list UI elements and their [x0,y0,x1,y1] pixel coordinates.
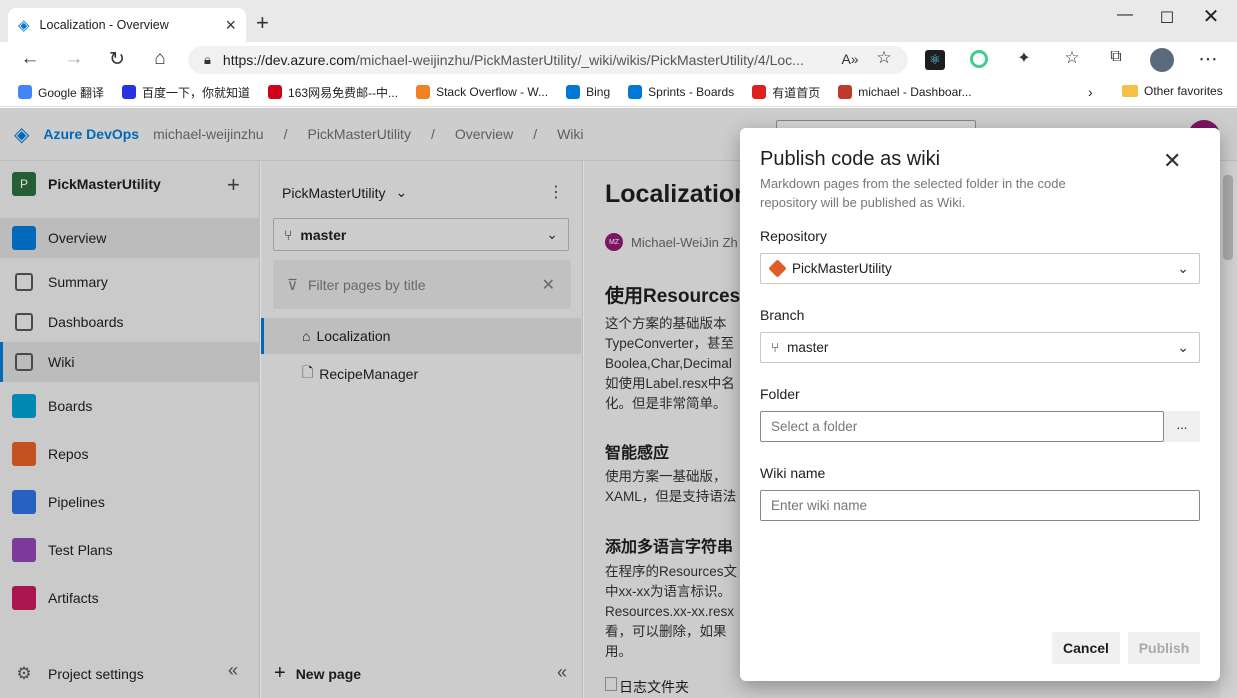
more-menu-icon[interactable]: ⋯ [1194,48,1222,71]
branch-label: Branch [760,307,805,323]
browse-folder-button[interactable]: ... [1164,411,1200,442]
favorite-link[interactable]: 163网易免费邮--中... [268,84,398,101]
profile-avatar[interactable] [1150,48,1174,72]
favorites-bar: Google 翻译 百度一下，你就知道 163网易免费邮--中... Stack Ov… [0,78,1237,107]
address-bar[interactable]: 🔒︎ https://dev.azure.com/michael-weijinz… [188,46,908,74]
other-favorites-label: Other favorites [1144,84,1223,98]
chevron-down-icon: ⌄ [1177,260,1189,276]
favorite-link[interactable]: Stack Overflow - W... [416,85,548,99]
favorite-label: 163网易免费邮--中... [288,85,399,100]
publish-dialog: Publish code as wiki ✕ Markdown pages fr… [740,128,1220,681]
extension-react-icon[interactable]: ⚛ [925,50,945,70]
wikiname-input[interactable]: Enter wiki name [760,490,1200,521]
wikiname-placeholder: Enter wiki name [771,498,868,513]
publish-button[interactable]: Publish [1128,632,1200,664]
chevron-down-icon: ⌄ [1177,339,1189,355]
branch-icon: ⑂ [771,340,780,355]
favorite-label: 有道首页 [772,85,821,100]
add-favorite-icon[interactable]: ☆ [870,48,898,68]
repository-dropdown[interactable]: PickMasterUtility ⌄ [760,253,1200,284]
dialog-title: Publish code as wiki [760,148,941,170]
favorite-label: Bing [586,85,611,99]
dialog-close-icon[interactable]: ✕ [1163,148,1181,174]
branch-value: master [787,340,829,355]
favorite-site-icon [838,85,853,99]
favorite-site-icon [122,85,137,99]
back-button[interactable]: ← [16,48,44,70]
branch-dropdown[interactable]: ⑂ master ⌄ [760,332,1200,363]
refresh-button[interactable]: ↻ [103,48,131,71]
favorite-site-icon [18,85,32,99]
favorite-site-icon [416,85,431,99]
favorite-label: michael - Dashboar... [858,85,972,99]
wikiname-label: Wiki name [760,465,826,481]
favorite-link[interactable]: Bing [566,85,610,99]
browser-tab[interactable]: ◈ Localization - Overview × [8,8,246,42]
git-repo-icon [768,259,787,278]
maximize-button[interactable]: ☐ [1152,8,1182,28]
home-button[interactable]: ⌂ [146,48,174,70]
cancel-button[interactable]: Cancel [1052,632,1120,664]
url-host: https://dev.azure.com [222,52,356,68]
new-tab-button[interactable]: + [256,10,269,36]
favorite-link[interactable]: 有道首页 [752,84,820,101]
tab-title: Localization - Overview [39,18,169,32]
favorite-link[interactable]: Sprints - Boards [628,85,734,99]
favorite-site-icon [628,85,643,99]
close-window-button[interactable]: ✕ [1196,4,1226,29]
favorites-icon[interactable]: ☆ [1058,48,1086,68]
favorite-label: Stack Overflow - W... [436,85,549,99]
other-favorites[interactable]: Other favorites [1122,84,1223,98]
favorite-label: Google 翻译 [38,85,105,100]
favorite-label: 百度一下，你就知道 [142,85,251,100]
collections-icon[interactable]: ⧉ [1102,48,1130,66]
favorites-chevron-icon[interactable]: › [1088,84,1093,100]
azure-devops-icon: ◈ [18,17,30,34]
extensions-icon[interactable]: ✦ [1010,48,1038,68]
favorite-site-icon [566,85,581,99]
favorite-label: Sprints - Boards [648,85,735,99]
favorite-site-icon [752,85,767,99]
folder-icon [1122,85,1138,97]
folder-placeholder: Select a folder [771,419,858,434]
forward-button[interactable]: → [60,48,88,70]
url-path: /michael-weijinzhu/PickMasterUtility/_wi… [355,52,804,68]
dialog-subtitle: Markdown pages from the selected folder … [760,176,1066,210]
repository-value: PickMasterUtility [792,261,892,276]
lock-icon: 🔒︎ [204,52,211,67]
favorite-link[interactable]: 百度一下，你就知道 [122,84,250,101]
favorite-link[interactable]: Google 翻译 [18,84,104,101]
favorite-link[interactable]: michael - Dashboar... [838,85,972,99]
folder-input[interactable]: Select a folder [760,411,1164,442]
extension-color-icon[interactable] [970,50,988,68]
minimize-button[interactable]: — [1110,6,1140,24]
favorite-site-icon [268,85,283,99]
folder-label: Folder [760,386,800,402]
read-aloud-icon[interactable]: A» [836,51,864,67]
close-tab-icon[interactable]: × [225,15,236,36]
repository-label: Repository [760,228,827,244]
